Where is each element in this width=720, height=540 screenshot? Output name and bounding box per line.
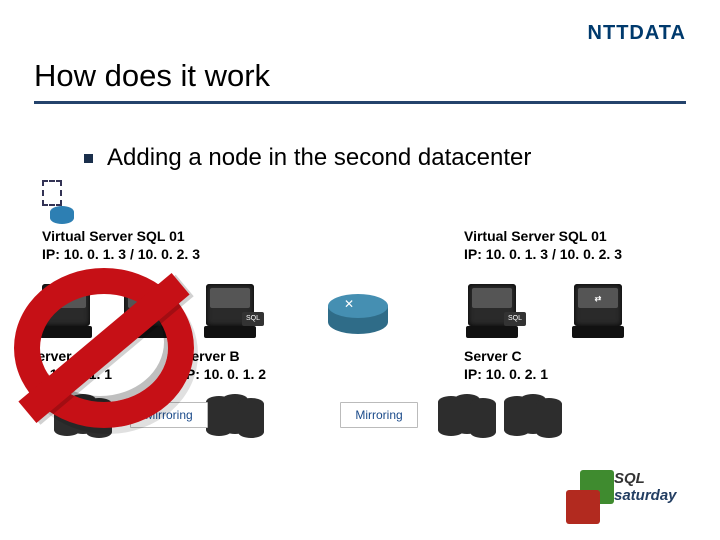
brand-logo: NTTDATA <box>588 22 686 45</box>
virtual-server-name: Virtual Server SQL 01 <box>42 228 200 246</box>
mirroring-label-right: Mirroring <box>340 402 418 428</box>
virtual-server-ip: IP: 10. 0. 1. 3 / 10. 0. 2. 3 <box>42 246 200 264</box>
bullet-marker <box>84 154 93 163</box>
sql-badge-icon: SQL <box>242 312 264 326</box>
storage-right-b-icon <box>504 394 560 438</box>
server-c-icon: SQL <box>468 284 520 338</box>
server-c-label: Server C IP: 10. 0. 2. 1 <box>464 348 548 383</box>
slide-title: How does it work <box>34 58 686 94</box>
title-underline <box>34 101 686 104</box>
architecture-diagram: Virtual Server SQL 01 IP: 10. 0. 1. 3 / … <box>34 176 686 456</box>
storage-left-b-icon <box>206 394 262 438</box>
footer-saturday: saturday <box>614 487 677 504</box>
prohibited-overlay-icon <box>14 268 214 428</box>
slide-root: NTTDATA How does it work Adding a node i… <box>0 0 720 540</box>
virtual-server-ghost-icon <box>38 180 78 224</box>
virtual-server-left-label: Virtual Server SQL 01 IP: 10. 0. 1. 3 / … <box>42 228 200 263</box>
virtual-server-ip: IP: 10. 0. 1. 3 / 10. 0. 2. 3 <box>464 246 686 264</box>
virtual-server-name: Virtual Server SQL 01 <box>464 228 686 246</box>
right-switch-icon: ⇄ <box>574 284 626 338</box>
router-icon: ✕ <box>328 294 388 340</box>
sql-badge-icon: SQL <box>504 312 526 326</box>
bullet-row: Adding a node in the second datacenter <box>84 144 686 172</box>
storage-right-a-icon <box>438 394 494 438</box>
sql-saturday-logo: SQL saturday <box>566 466 696 522</box>
virtual-server-right-label: Virtual Server SQL 01 IP: 10. 0. 1. 3 / … <box>464 228 686 263</box>
bullet-text: Adding a node in the second datacenter <box>107 144 531 172</box>
footer-sql: SQL <box>614 470 645 487</box>
ntt-logo-text: NTTDATA <box>588 22 686 44</box>
